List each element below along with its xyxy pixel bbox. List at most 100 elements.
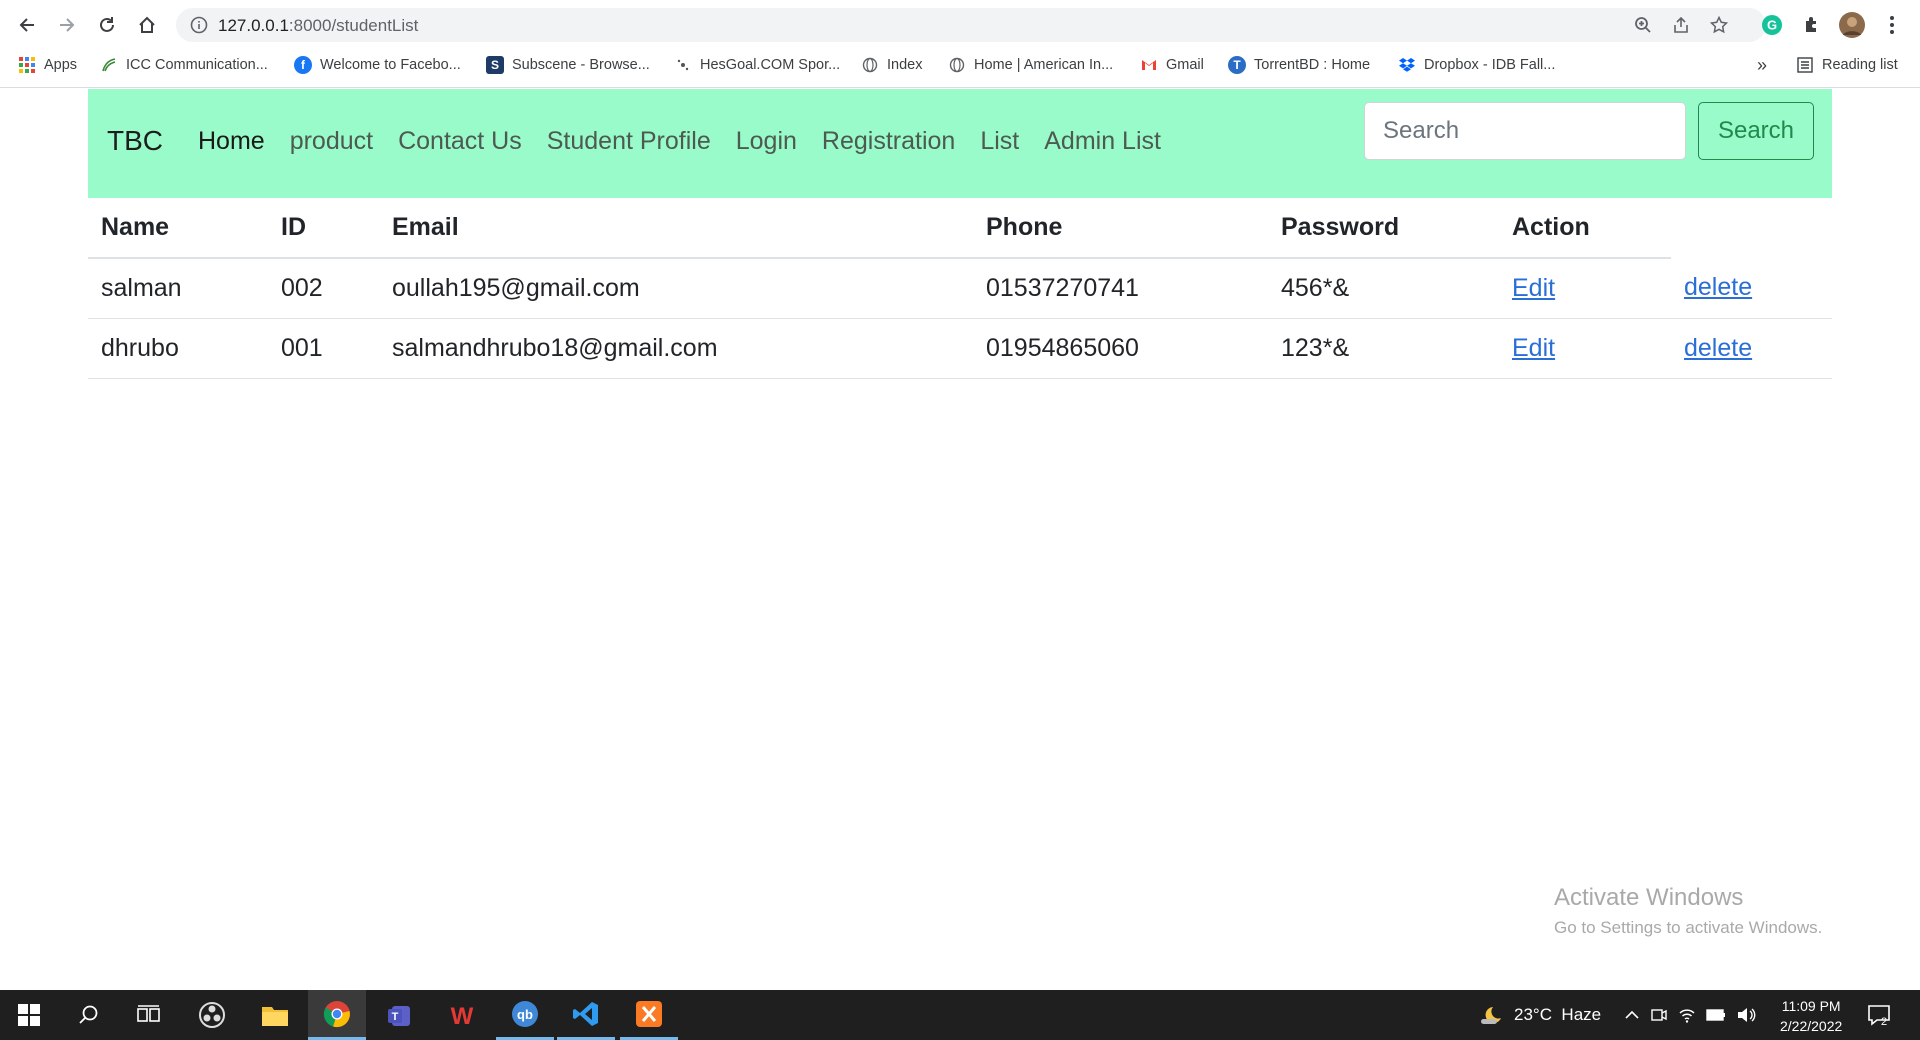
bookmark-index[interactable]: Index [861,54,922,76]
home-button[interactable] [130,8,164,42]
bookmark-label: Apps [44,57,78,73]
column-header-blank [1671,198,1832,258]
bookmark-label: Index [887,57,923,73]
taskbar-app-obs[interactable] [183,990,241,1040]
bookmark-label: ICC Communication... [126,57,268,73]
notification-center-button[interactable]: 2 [1866,990,1892,1040]
nav-link-registration[interactable]: Registration [822,127,955,156]
task-view-icon [137,1005,160,1022]
column-header-action: Action [1499,198,1671,259]
bookmark-label: Dropbox - IDB Fall... [1424,57,1556,73]
taskbar-app-qbittorrent[interactable]: qb [496,990,554,1040]
start-button[interactable] [0,990,58,1040]
taskbar-app-teams[interactable]: T [371,990,429,1040]
bookmark-american[interactable]: Home | American In... [948,54,1113,76]
nav-link-home[interactable]: Home [198,127,265,156]
search-taskbar-button[interactable] [60,990,118,1040]
cell-delete: delete [1671,258,1832,319]
edit-link[interactable]: Edit [1512,334,1555,362]
profile-avatar[interactable] [1837,10,1867,40]
share-icon[interactable] [1670,14,1692,36]
taskbar-app-vscode[interactable] [557,990,615,1040]
qbittorrent-icon: qb [512,1000,538,1027]
svg-text:T: T [392,1011,399,1023]
cell-name: dhrubo [88,318,268,379]
navbar-links: Home product Contact Us Student Profile … [198,127,1186,156]
nav-link-list[interactable]: List [980,127,1019,156]
weather-moon-icon [1481,1007,1501,1024]
reload-button[interactable] [90,8,124,42]
taskbar-app-xampp[interactable] [620,990,678,1040]
battery-icon[interactable] [1706,1008,1726,1022]
bookmark-label: TorrentBD : Home [1254,57,1371,73]
delete-link[interactable]: delete [1684,334,1752,362]
taskbar-app-chrome[interactable] [308,990,366,1040]
search-button[interactable]: Search [1698,102,1814,160]
column-header-password: Password [1268,198,1499,259]
bookmark-star-icon[interactable] [1708,14,1730,36]
search-input[interactable] [1364,102,1686,160]
meet-now-icon[interactable] [1650,1006,1668,1024]
nav-link-admin-list[interactable]: Admin List [1044,127,1161,156]
extensions-puzzle-icon[interactable] [1797,10,1827,40]
forward-button[interactable] [50,8,84,42]
more-bookmarks-button[interactable]: » [1757,54,1767,76]
bookmark-gmail[interactable]: Gmail [1140,54,1204,76]
dropbox-icon [1398,56,1416,74]
reload-icon [100,17,114,32]
bookmark-torrentbd[interactable]: T TorrentBD : Home [1228,54,1370,76]
edit-link[interactable]: Edit [1512,274,1555,302]
globe-icon [861,56,879,74]
apps-grid-icon [18,56,36,74]
bookmarks-bar: Apps ICC Communication... f Welcome to F… [0,50,1920,80]
nav-link-product[interactable]: product [290,127,373,156]
bookmark-label: Home | American In... [974,57,1114,73]
bookmark-dropbox[interactable]: Dropbox - IDB Fall... [1398,54,1555,76]
nav-link-student-profile[interactable]: Student Profile [547,127,711,156]
browser-menu-icon[interactable] [1877,10,1907,40]
wifi-icon[interactable] [1678,1006,1696,1024]
cell-password: 456*& [1268,258,1499,319]
browser-chrome: 127.0.0.1:8000/studentList G Apps ICC Co… [0,0,1920,88]
cell-edit: Edit [1499,318,1671,379]
chrome-icon [323,1000,350,1027]
teams-icon: T [388,1006,410,1026]
bookmark-icc[interactable]: ICC Communication... [100,54,268,76]
bookmark-label: Welcome to Facebo... [320,57,461,73]
ball-icon [674,56,692,74]
torrentbd-icon: T [1228,56,1246,74]
reading-list-button[interactable]: Reading list [1796,54,1898,76]
grammarly-icon[interactable]: G [1757,10,1787,40]
column-header-email: Email [379,198,973,259]
icc-icon [100,56,118,74]
cell-delete: delete [1671,318,1832,379]
volume-icon[interactable] [1736,1006,1756,1024]
nav-link-contact[interactable]: Contact Us [398,127,522,156]
address-bar[interactable]: 127.0.0.1:8000/studentList [176,8,1766,42]
taskbar-app-wps[interactable]: W [433,990,491,1040]
nav-link-login[interactable]: Login [736,127,797,156]
site-navbar: TBC Home product Contact Us Student Prof… [88,89,1832,198]
folder-icon [262,1007,288,1026]
bookmark-label: Subscene - Browse... [512,57,650,73]
zoom-icon[interactable] [1632,14,1654,36]
svg-text:W: W [451,1003,474,1028]
bookmark-subscene[interactable]: S Subscene - Browse... [486,54,650,76]
bookmark-apps[interactable]: Apps [18,54,77,76]
weather-widget[interactable]: 23°C Haze [1478,990,1601,1040]
search-icon [79,1005,98,1024]
back-button[interactable] [10,8,44,42]
reading-list-label: Reading list [1822,57,1898,73]
cell-id: 001 [268,318,379,379]
taskbar-clock[interactable]: 11:09 PM 2/22/2022 [1780,996,1842,1036]
site-info-icon[interactable] [188,14,210,36]
delete-link[interactable]: delete [1684,273,1752,301]
bookmark-hesgoal[interactable]: HesGoal.COM Spor... [674,54,840,76]
navbar-brand[interactable]: TBC [107,125,163,157]
chevron-up-icon[interactable] [1624,1007,1640,1023]
table-row: salman 002 oullah195@gmail.com 015372707… [88,258,1832,319]
more-bookmarks-label: » [1757,54,1768,75]
taskbar-app-file-explorer[interactable] [246,990,304,1040]
bookmark-facebook[interactable]: f Welcome to Facebo... [294,54,461,76]
task-view-button[interactable] [120,990,178,1040]
